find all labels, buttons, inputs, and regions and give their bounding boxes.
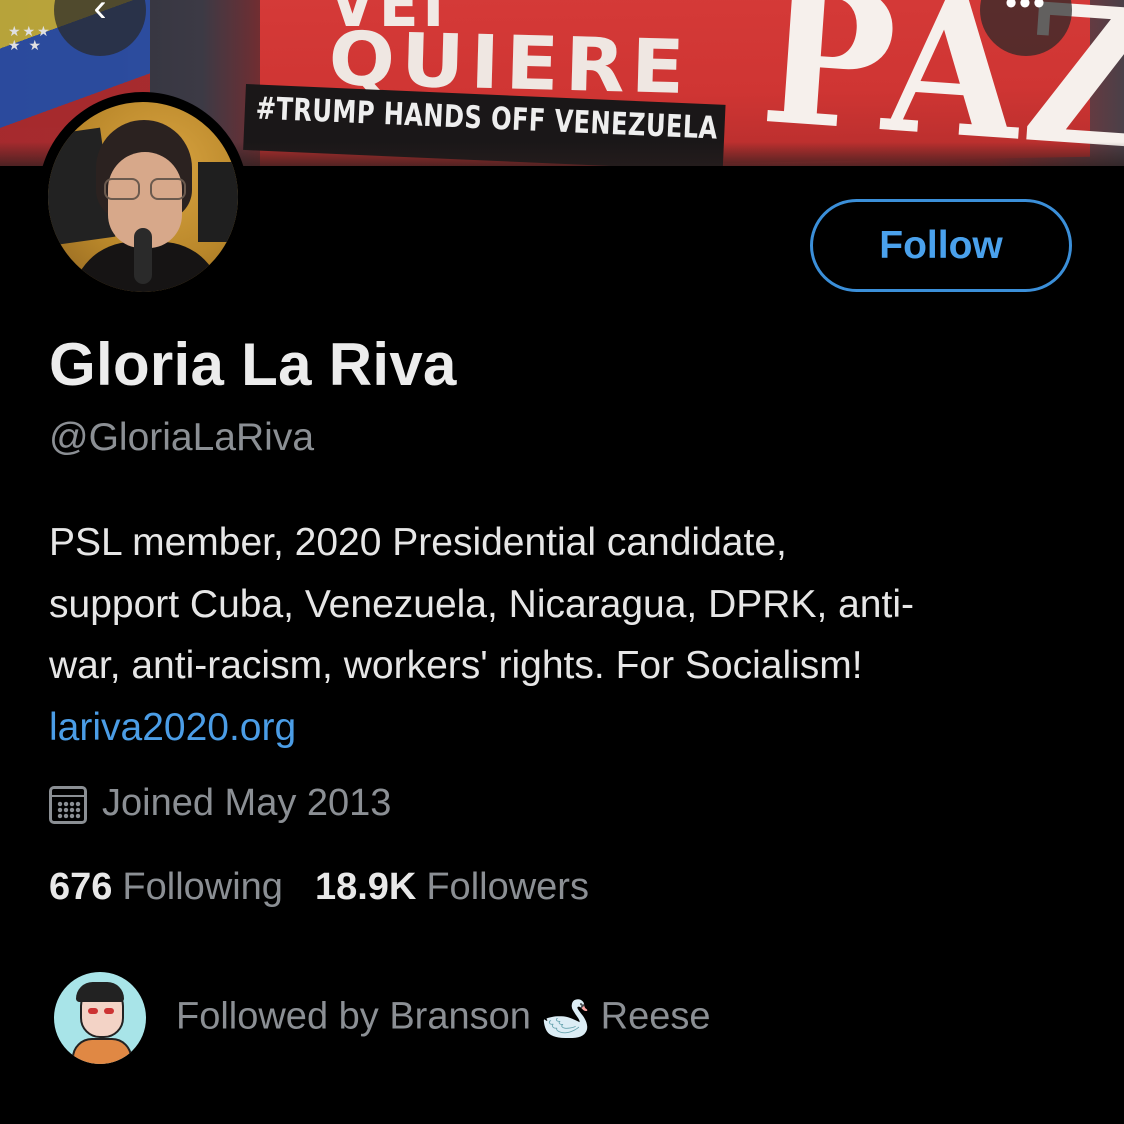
bio-line: PSL member, 2020 Presidential candidate, <box>49 521 787 564</box>
swan-icon: 🦢 <box>540 996 591 1041</box>
avatar-shirt <box>72 1038 132 1064</box>
follow-stats: 676 Following 18.9K Followers <box>49 866 621 909</box>
avatar <box>54 972 146 1064</box>
avatar-hair <box>76 982 124 1002</box>
profile-bio: PSL member, 2020 Presidential candidate,… <box>49 512 1089 758</box>
avatar-eye <box>88 1008 98 1014</box>
joined-text: Joined May 2013 <box>102 782 392 824</box>
flag-stars-icon: ★★★ ★ ★ <box>8 23 52 53</box>
following-label: Following <box>122 866 283 908</box>
following-link[interactable]: 676 Following <box>49 866 283 909</box>
ellipsis-icon: ••• <box>1005 0 1047 22</box>
followers-link[interactable]: 18.9K Followers <box>315 866 589 909</box>
bio-line: support Cuba, Venezuela, Nicaragua, DPRK… <box>49 582 914 626</box>
following-count: 676 <box>49 866 113 908</box>
avatar-glasses <box>104 178 186 200</box>
followed-by-prefix: Followed by Branson <box>176 995 531 1038</box>
avatar-background-sign-2 <box>198 162 238 242</box>
avatar <box>48 102 238 292</box>
joined-date: Joined May 2013 <box>49 782 391 825</box>
display-name: Gloria La Riva <box>49 331 457 398</box>
follow-button[interactable]: Follow <box>810 199 1072 292</box>
avatar-eye <box>104 1008 114 1014</box>
followers-label: Followers <box>426 866 589 908</box>
followers-count: 18.9K <box>314 866 417 908</box>
calendar-icon <box>49 785 87 824</box>
followed-by-row[interactable]: Followed by Branson 🦢 Reese <box>54 972 711 1064</box>
followed-by-suffix: Reese <box>600 995 711 1038</box>
followed-by-text: Followed by Branson 🦢 Reese <box>176 995 711 1042</box>
website-link[interactable]: lariva2020.org <box>49 697 1089 759</box>
microphone-icon <box>134 228 152 284</box>
profile-avatar-frame[interactable] <box>38 92 248 302</box>
chevron-left-icon: ‹ <box>93 0 107 30</box>
bio-line: war, anti-racism, workers' rights. For S… <box>49 644 863 687</box>
user-handle: @GloriaLaRiva <box>49 416 315 459</box>
